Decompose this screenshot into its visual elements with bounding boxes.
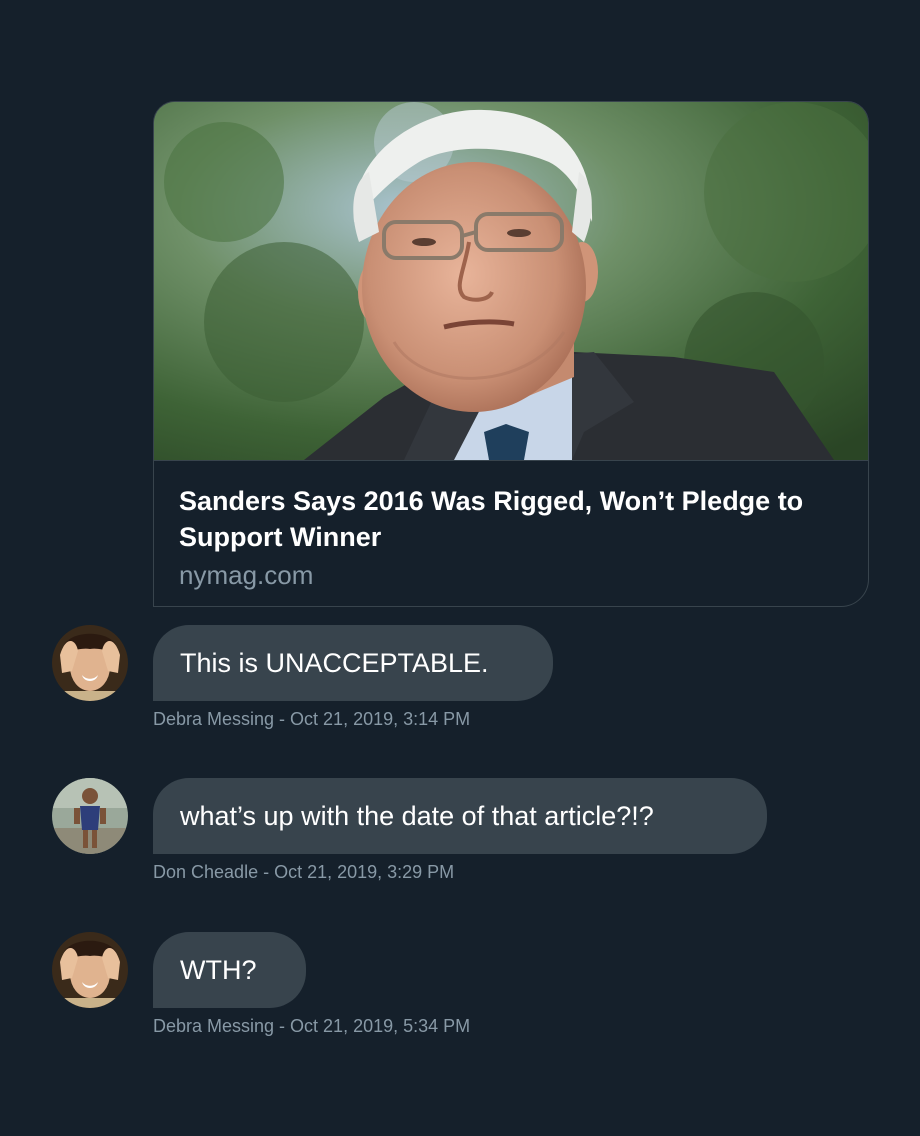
message-bubble[interactable]: WTH?: [153, 932, 306, 1008]
link-preview-domain[interactable]: nymag.com: [179, 557, 844, 593]
message-meta: Don Cheadle - Oct 21, 2019, 3:29 PM: [153, 862, 455, 882]
message-meta: Debra Messing - Oct 21, 2019, 5:34 PM: [153, 1016, 471, 1036]
debra-messing-avatar[interactable]: [52, 932, 128, 1008]
link-preview-image: [154, 102, 868, 461]
debra-messing-avatar[interactable]: [52, 625, 128, 701]
link-preview-card[interactable]: Sanders Says 2016 Was Rigged, Won’t Pled…: [153, 101, 869, 607]
link-preview-title[interactable]: Sanders Says 2016 Was Rigged, Won’t Pled…: [179, 483, 844, 555]
message-meta: Debra Messing - Oct 21, 2019, 3:14 PM: [153, 709, 471, 729]
message-bubble[interactable]: what’s up with the date of that article?…: [153, 778, 767, 854]
message-bubble[interactable]: This is UNACCEPTABLE.: [153, 625, 553, 701]
don-cheadle-avatar[interactable]: [52, 778, 128, 854]
